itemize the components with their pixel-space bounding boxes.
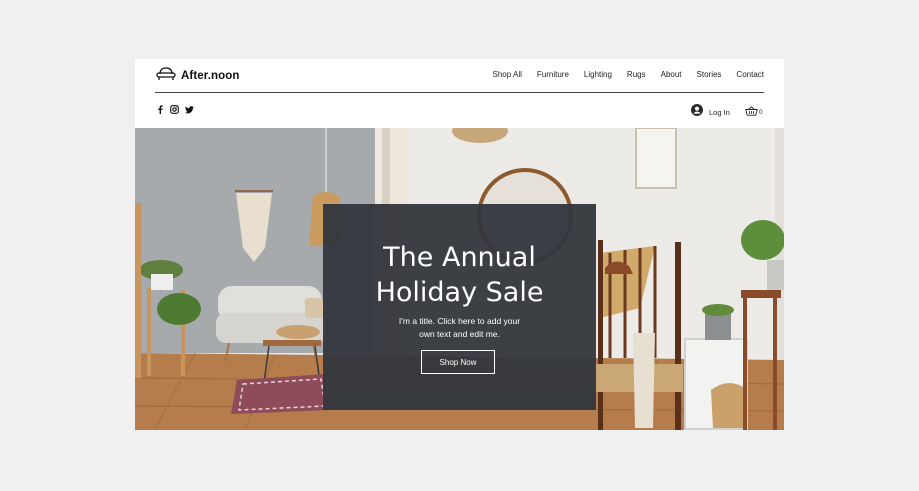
- hero-title-line1: The Annual: [383, 242, 536, 273]
- cart-count: 0: [759, 108, 763, 116]
- nav-furniture[interactable]: Furniture: [537, 70, 569, 79]
- login-label: Log In: [709, 107, 730, 117]
- twitter-icon[interactable]: [185, 105, 194, 114]
- shop-now-button[interactable]: Shop Now: [421, 350, 495, 374]
- site-header: After.noon Shop All Furniture Lighting R…: [135, 59, 784, 128]
- cart-button[interactable]: 0: [745, 103, 763, 121]
- hero-section: The Annual Holiday Sale I'm a title. Cli…: [135, 128, 784, 430]
- brand-logo[interactable]: After.noon: [156, 66, 240, 86]
- basket-icon: [745, 103, 758, 121]
- nav-rugs[interactable]: Rugs: [627, 70, 646, 79]
- main-nav: Shop All Furniture Lighting Rugs About S…: [493, 70, 764, 79]
- user-avatar-icon: [691, 103, 703, 121]
- nav-stories[interactable]: Stories: [697, 70, 722, 79]
- hero-subtitle-line1: I'm a title. Click here to add your: [398, 316, 521, 326]
- nav-shop-all[interactable]: Shop All: [493, 70, 522, 79]
- hero-subtitle-line2: own text and edit me.: [419, 329, 500, 339]
- nav-contact[interactable]: Contact: [736, 70, 764, 79]
- promo-overlay: The Annual Holiday Sale I'm a title. Cli…: [323, 204, 596, 410]
- instagram-icon[interactable]: [170, 105, 179, 114]
- brand-name: After.noon: [181, 70, 240, 82]
- facebook-icon[interactable]: [155, 105, 164, 114]
- login-button[interactable]: Log In: [691, 103, 730, 121]
- nav-lighting[interactable]: Lighting: [584, 70, 612, 79]
- hero-title-line2: Holiday Sale: [375, 277, 544, 308]
- sofa-icon: [156, 66, 176, 86]
- social-links: [155, 105, 194, 114]
- website-frame: After.noon Shop All Furniture Lighting R…: [135, 59, 784, 430]
- nav-about[interactable]: About: [661, 70, 682, 79]
- header-divider: [155, 92, 764, 93]
- hero-subtitle[interactable]: I'm a title. Click here to add your own …: [383, 315, 536, 341]
- hero-title[interactable]: The Annual Holiday Sale: [323, 240, 596, 310]
